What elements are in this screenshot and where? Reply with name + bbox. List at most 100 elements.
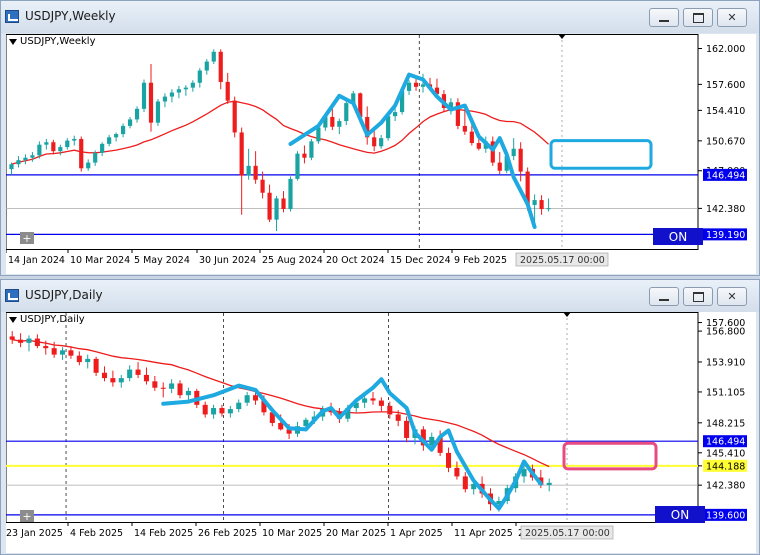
bear-candle bbox=[34, 338, 40, 347]
bull-candle bbox=[162, 96, 168, 102]
bull-candle bbox=[511, 148, 516, 157]
bear-candle bbox=[370, 398, 376, 401]
bull-candle bbox=[393, 112, 398, 117]
bull-candle bbox=[37, 144, 42, 156]
chart-window-icon bbox=[5, 10, 19, 23]
bear-candle bbox=[43, 346, 49, 349]
daily-maximize-button[interactable] bbox=[683, 287, 713, 306]
bull-candle bbox=[169, 383, 175, 389]
bear-candle bbox=[110, 378, 116, 383]
time-axis-label: 9 Feb 2025 bbox=[454, 255, 507, 266]
bull-candle bbox=[204, 61, 209, 71]
bear-candle bbox=[9, 336, 15, 340]
daily-chart-window[interactable]: USDJPY,Daily ✕ 157.600 156.800 153.910 151.… bbox=[0, 279, 760, 555]
bear-candle bbox=[404, 420, 410, 438]
bear-candle bbox=[454, 467, 460, 477]
bear-candle bbox=[497, 162, 502, 171]
weekly-close-button[interactable]: ✕ bbox=[717, 8, 747, 27]
bull-candle bbox=[93, 152, 98, 163]
bull-candle bbox=[362, 398, 368, 403]
bull-candle bbox=[183, 87, 188, 90]
weekly-maximize-button[interactable] bbox=[683, 8, 713, 27]
weekly-chart-window[interactable]: USDJPY,Weekly ✕ 162.000 157.600 154.410 150… bbox=[0, 0, 760, 276]
bear-candle bbox=[469, 131, 474, 144]
bull-candle bbox=[244, 395, 250, 403]
bull-candle bbox=[546, 208, 551, 210]
weekly-minimize-button[interactable] bbox=[649, 8, 679, 27]
bear-candle bbox=[143, 374, 149, 382]
bear-candle bbox=[135, 369, 141, 375]
bear-candle bbox=[387, 405, 393, 415]
time-axis-label: 14 Feb 2025 bbox=[134, 528, 193, 539]
bear-candle bbox=[152, 381, 158, 388]
weekly-symbol-label: USDJPY,Weekly bbox=[20, 36, 96, 47]
minimize-icon bbox=[659, 19, 669, 22]
bull-candle bbox=[532, 200, 537, 205]
bear-candle bbox=[462, 125, 467, 132]
weekly-chart-canvas[interactable]: 162.000157.600154.410150.670147.000142.3… bbox=[6, 34, 756, 274]
daily-chart-canvas[interactable]: 157.600156.800153.910151.105148.215145.4… bbox=[6, 312, 756, 553]
bear-candle bbox=[267, 192, 272, 220]
time-axis-label: 30 Jun 2024 bbox=[199, 255, 256, 266]
bull-candle bbox=[16, 160, 21, 165]
bull-candle bbox=[309, 141, 314, 158]
bull-candle bbox=[118, 378, 124, 383]
bull-candle bbox=[72, 138, 77, 141]
bull-candle bbox=[406, 82, 412, 91]
close-icon: ✕ bbox=[727, 11, 737, 24]
bull-candle bbox=[26, 338, 32, 343]
bear-candle bbox=[18, 339, 24, 343]
bear-candle bbox=[68, 350, 74, 356]
bear-candle bbox=[177, 383, 183, 396]
price-tick-label: 156.800 bbox=[706, 327, 745, 338]
daily-price-chart[interactable]: 157.600 156.800 153.910 151.105 148.215 145.4… bbox=[6, 312, 756, 553]
bull-candle bbox=[9, 164, 14, 170]
close-icon: ✕ bbox=[727, 290, 737, 303]
target-zone-box bbox=[549, 139, 653, 170]
bear-candle bbox=[330, 116, 335, 127]
time-axis-label: 15 Dec 2024 bbox=[390, 255, 451, 266]
bull-candle bbox=[185, 390, 191, 396]
bull-candle bbox=[546, 482, 552, 485]
bull-candle bbox=[227, 409, 233, 414]
time-axis-label: 26 Feb 2025 bbox=[198, 528, 257, 539]
time-axis-label: 4 Feb 2025 bbox=[70, 528, 123, 539]
bull-candle bbox=[85, 358, 91, 363]
daily-close-button[interactable]: ✕ bbox=[717, 287, 747, 306]
minimize-icon bbox=[659, 298, 669, 301]
bear-candle bbox=[395, 414, 401, 421]
bull-candle bbox=[127, 119, 133, 126]
price-tick-label: 153.910 bbox=[706, 357, 745, 368]
time-marker-triangle bbox=[563, 312, 571, 317]
daily-on-button[interactable]: ON bbox=[655, 506, 705, 523]
weekly-price-chart[interactable]: 162.000157.600154.410150.670147.000142.3… bbox=[6, 34, 756, 274]
bear-candle bbox=[148, 82, 154, 123]
symbol-dropdown-icon[interactable] bbox=[9, 317, 17, 323]
price-tick-label: 151.105 bbox=[706, 387, 745, 398]
bull-candle bbox=[114, 134, 119, 138]
plot-frame bbox=[6, 312, 699, 523]
daily-minimize-button[interactable] bbox=[649, 287, 679, 306]
bull-candle bbox=[420, 84, 426, 87]
bull-candle bbox=[134, 108, 140, 120]
bear-candle bbox=[539, 200, 544, 210]
bear-candle bbox=[260, 179, 265, 193]
bull-candle bbox=[344, 103, 349, 122]
moving-average-line bbox=[12, 338, 550, 468]
bull-candle bbox=[127, 369, 133, 379]
daily-plus-icon[interactable]: + bbox=[20, 510, 34, 522]
weekly-plus-icon[interactable]: + bbox=[20, 232, 34, 244]
bear-candle bbox=[51, 142, 56, 152]
bear-candle bbox=[378, 400, 384, 406]
bear-candle bbox=[518, 148, 523, 172]
bear-candle bbox=[281, 198, 286, 210]
time-marker-label: 2025.05.17 00:00 bbox=[525, 528, 610, 539]
symbol-dropdown-icon[interactable] bbox=[9, 39, 17, 45]
weekly-on-button[interactable]: ON bbox=[653, 228, 703, 245]
bull-candle bbox=[337, 121, 342, 127]
bear-candle bbox=[76, 355, 82, 363]
daily-title-bar[interactable]: USDJPY,Daily ✕ bbox=[1, 280, 759, 312]
time-axis-label: 14 Jan 2024 bbox=[8, 255, 65, 266]
weekly-title-bar[interactable]: USDJPY,Weekly ✕ bbox=[1, 1, 759, 33]
bull-candle bbox=[58, 147, 63, 152]
